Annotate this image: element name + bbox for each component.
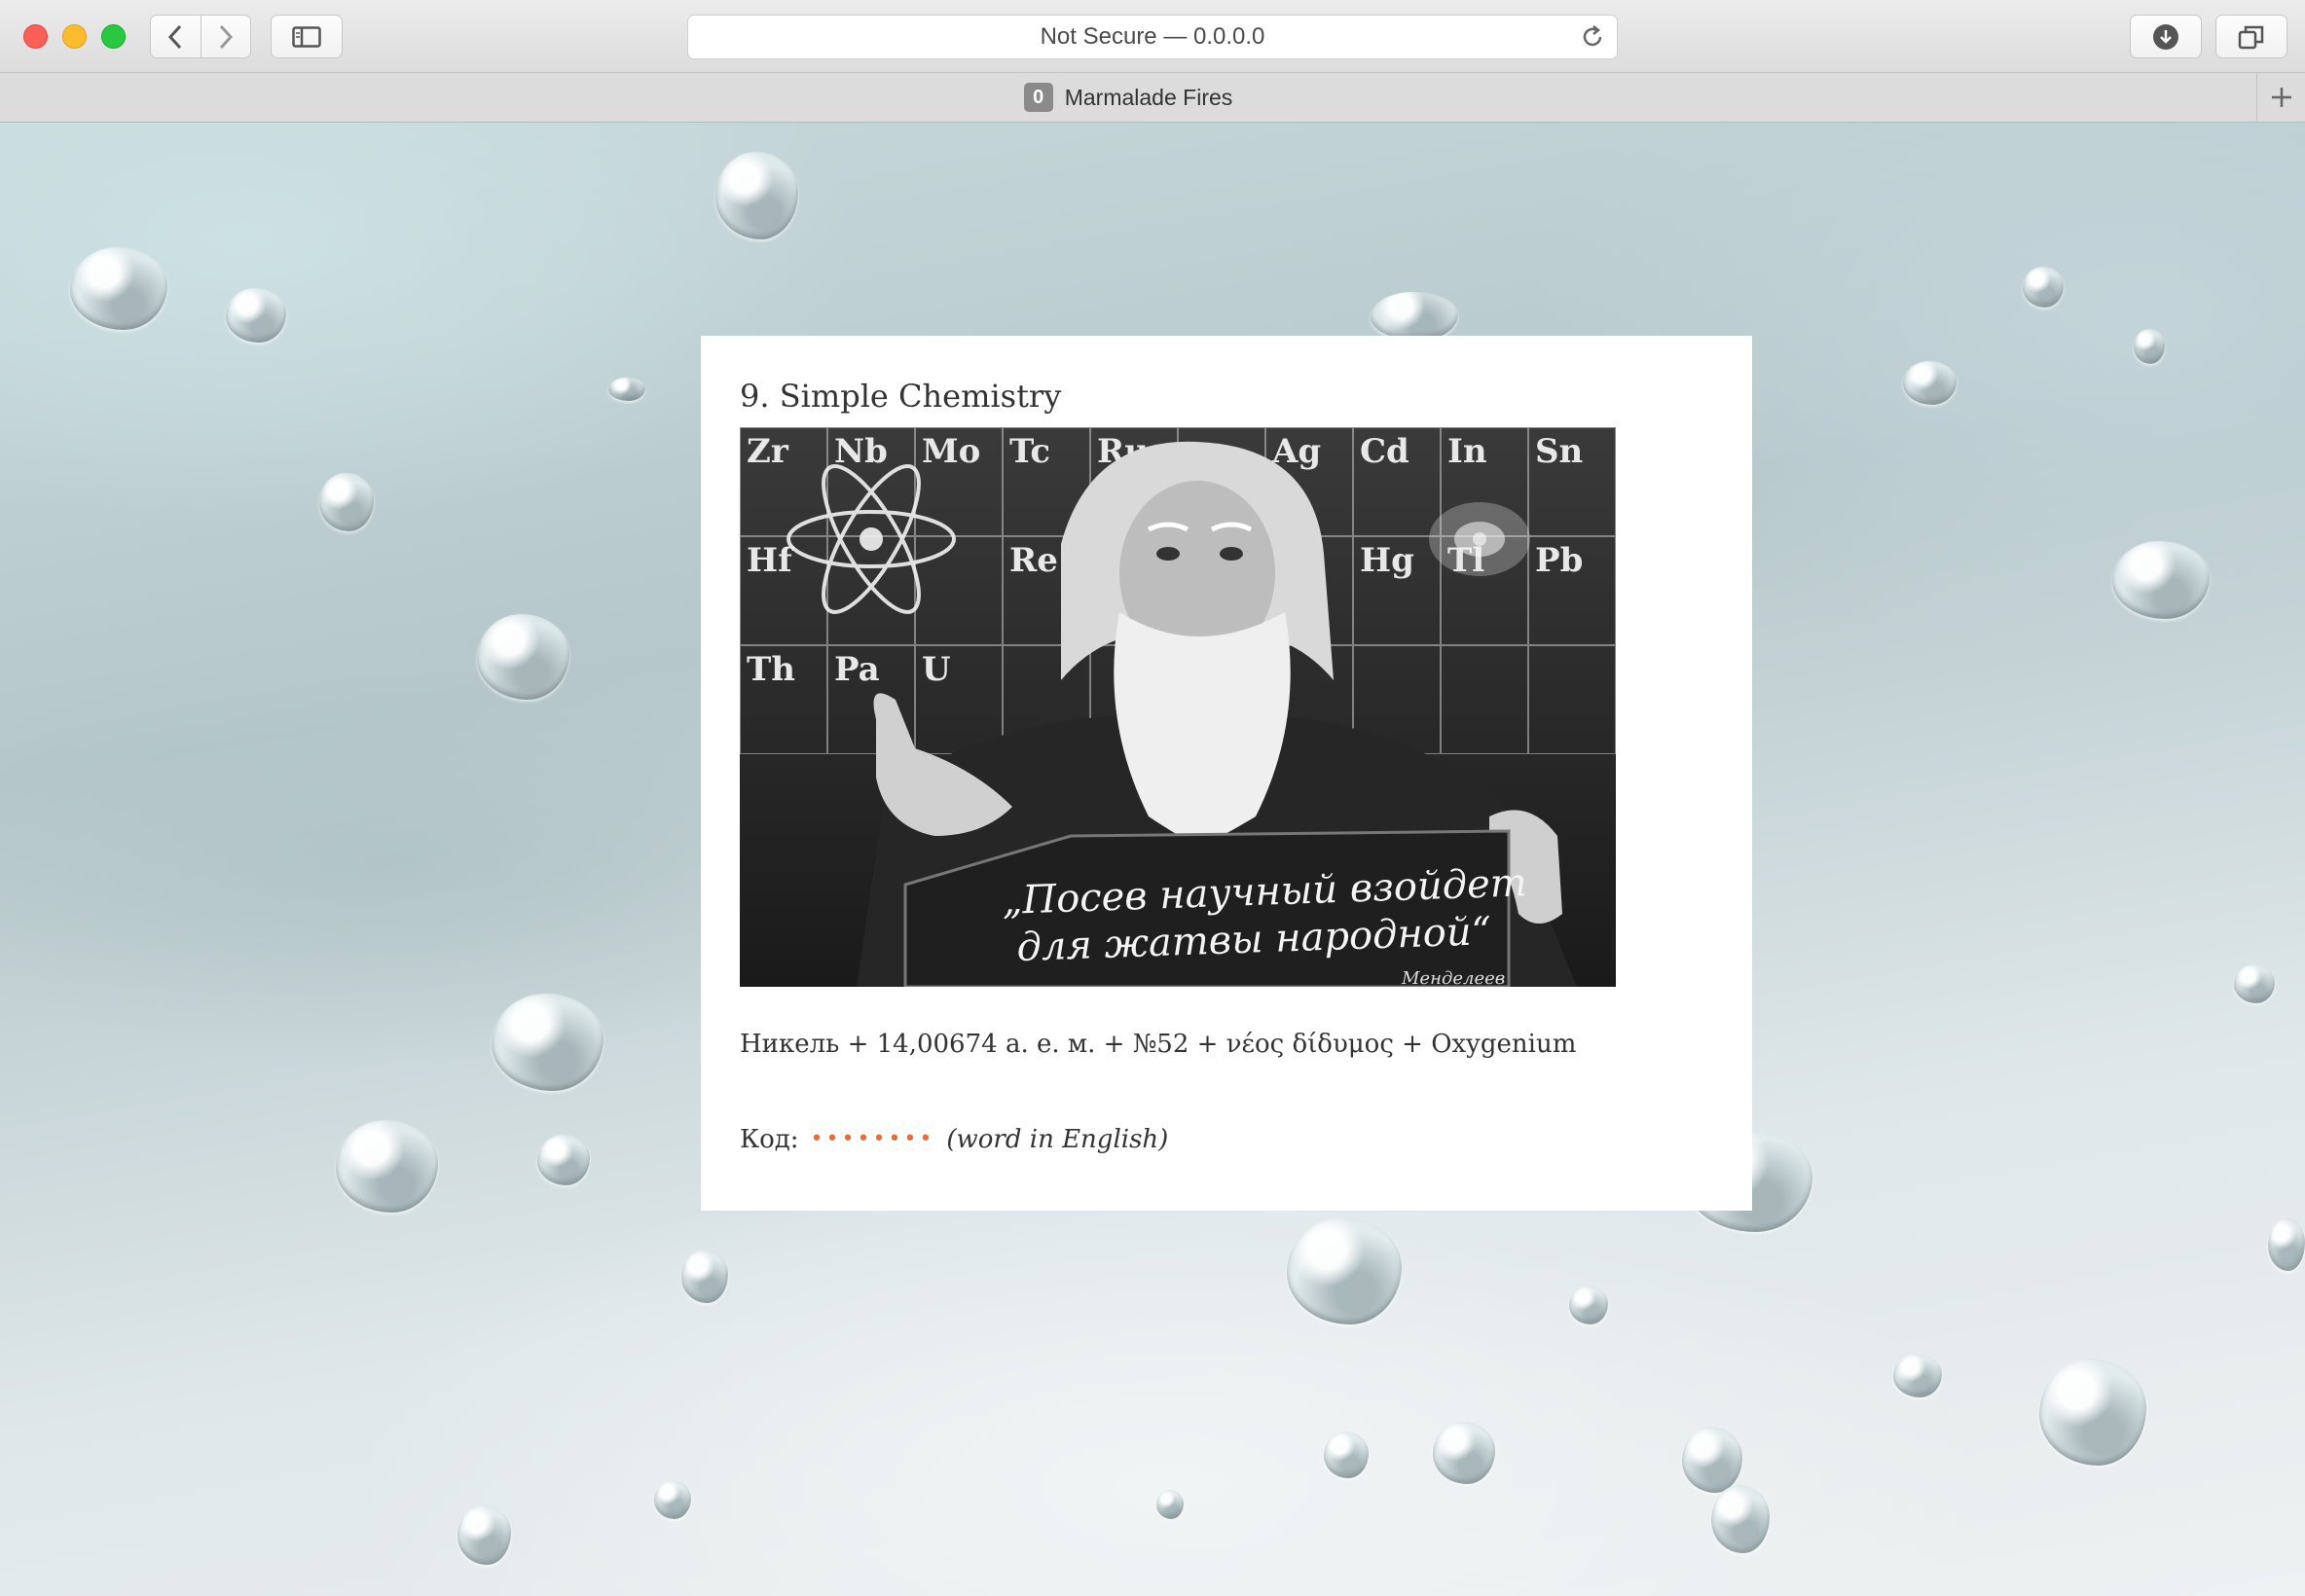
water-drop xyxy=(1371,292,1458,341)
tab-favicon: 0 xyxy=(1023,83,1053,112)
sidebar-toggle-button[interactable] xyxy=(271,15,343,58)
water-drop xyxy=(1433,1422,1495,1484)
water-drop xyxy=(492,994,604,1091)
water-drop xyxy=(1156,1490,1184,1519)
water-drop xyxy=(1324,1432,1369,1478)
browser-toolbar: Not Secure — 0.0.0.0 xyxy=(0,0,2305,73)
reload-icon xyxy=(1583,25,1602,47)
forward-button[interactable] xyxy=(200,16,251,57)
water-drop xyxy=(681,1250,728,1303)
water-drop xyxy=(1569,1286,1608,1324)
mendeleev-portrait-image: Zr Nb Mo Tc Ru Ag Cd In Sn Hf Re Au xyxy=(740,427,1616,987)
water-drop xyxy=(2112,541,2210,619)
address-text: Not Secure — 0.0.0.0 xyxy=(1040,23,1265,50)
water-drop xyxy=(608,378,645,401)
puzzle-card: 9. Simple Chemistry Zr Nb Mo Tc Ru Ag Cd… xyxy=(701,336,1752,1211)
water-drop xyxy=(654,1480,691,1519)
sidebar-icon xyxy=(292,25,321,48)
water-drop xyxy=(2039,1359,2146,1466)
reload-button[interactable] xyxy=(1580,24,1605,56)
code-label: Код: xyxy=(740,1125,799,1154)
image-signature: Менделеев xyxy=(1401,968,1505,987)
water-drop xyxy=(1903,361,1957,405)
browser-window: Not Secure — 0.0.0.0 0 Marmalade Fires 9… xyxy=(0,0,2305,1596)
tab-overview-button[interactable] xyxy=(2215,15,2287,58)
water-drop xyxy=(477,614,569,700)
back-button[interactable] xyxy=(151,16,201,57)
answer-code-row: Код: •••••••• (word in English) xyxy=(740,1121,1713,1158)
minimize-window-button[interactable] xyxy=(62,24,87,49)
chevron-left-icon xyxy=(168,24,182,49)
active-tab[interactable]: 0 Marmalade Fires xyxy=(0,73,2256,122)
water-drop xyxy=(1287,1217,1402,1324)
tab-overview-icon xyxy=(2238,25,2264,49)
puzzle-title: 9. Simple Chemistry xyxy=(740,378,1062,415)
water-drop xyxy=(336,1120,438,1213)
page-background: 9. Simple Chemistry Zr Nb Mo Tc Ru Ag Cd… xyxy=(0,123,2305,1596)
navigation-buttons xyxy=(150,15,251,58)
puzzle-clue: Никель + 14,00674 а. е. м. + №52 + νέος … xyxy=(740,1030,1577,1059)
download-icon xyxy=(2153,23,2178,50)
close-window-button[interactable] xyxy=(23,24,48,49)
water-drop xyxy=(319,473,374,531)
water-drop xyxy=(1682,1427,1742,1493)
tab-title: Marmalade Fires xyxy=(1064,84,1233,110)
plus-icon xyxy=(2271,88,2291,107)
galaxy-icon xyxy=(1429,502,1530,576)
water-drop xyxy=(715,152,798,239)
water-drop xyxy=(1711,1485,1770,1553)
water-drop xyxy=(2234,964,2275,1003)
address-bar[interactable]: Not Secure — 0.0.0.0 xyxy=(687,15,1618,59)
water-drop xyxy=(2023,267,2064,308)
water-drop xyxy=(226,288,286,343)
water-drop xyxy=(70,247,167,330)
new-tab-button[interactable] xyxy=(2256,73,2305,122)
water-drop xyxy=(2268,1217,2305,1271)
water-drop xyxy=(537,1135,590,1185)
water-drop xyxy=(2134,329,2165,364)
tab-bar: 0 Marmalade Fires xyxy=(0,73,2305,123)
downloads-button[interactable] xyxy=(2130,15,2202,58)
zoom-window-button[interactable] xyxy=(101,24,126,49)
water-drop xyxy=(457,1505,511,1565)
portrait-illustration: „Посев научный взойдет для жатвы народно… xyxy=(787,441,1577,987)
water-drop xyxy=(1893,1354,1942,1397)
code-mask[interactable]: •••••••• xyxy=(811,1121,935,1158)
code-hint: (word in English) xyxy=(946,1125,1169,1154)
chevron-right-icon xyxy=(219,24,233,49)
atom-icon xyxy=(787,464,956,614)
